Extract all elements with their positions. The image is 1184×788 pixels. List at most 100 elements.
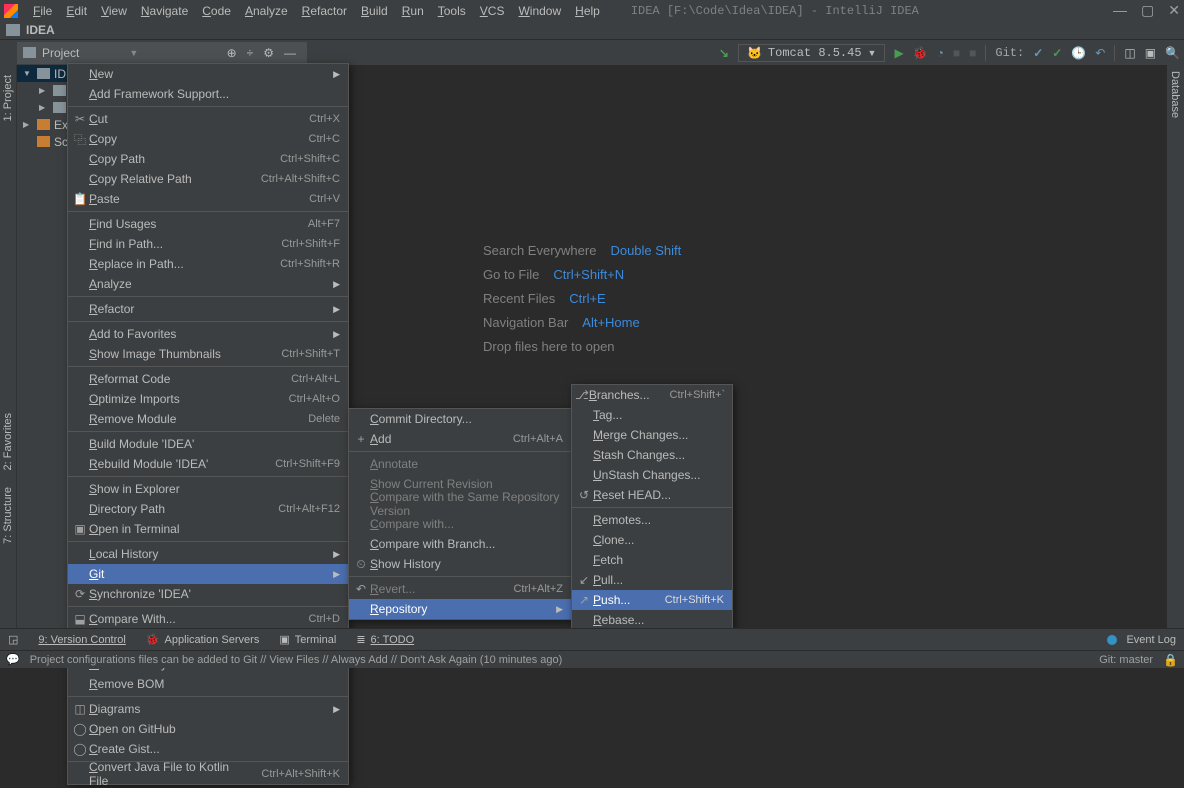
menu-item-paste[interactable]: 📋PasteCtrl+V bbox=[68, 189, 348, 209]
menu-item-replace-in-path[interactable]: Replace in Path...Ctrl+Shift+R bbox=[68, 254, 348, 274]
menu-item-compare-with[interactable]: Compare with... bbox=[349, 514, 571, 534]
debug-icon[interactable]: 🐞 bbox=[913, 46, 928, 60]
menu-item-build-module-idea[interactable]: Build Module 'IDEA' bbox=[68, 434, 348, 454]
tab-application-servers[interactable]: 🐞Application Servers bbox=[146, 633, 259, 646]
menu-item-open-in-terminal[interactable]: ▣Open in Terminal bbox=[68, 519, 348, 539]
bottom-left-icon[interactable]: ◲ bbox=[8, 633, 18, 646]
stop-all-icon[interactable]: ■ bbox=[969, 46, 976, 60]
menu-item-cut[interactable]: ✂CutCtrl+X bbox=[68, 109, 348, 129]
menu-item-unstash-changes[interactable]: UnStash Changes... bbox=[572, 465, 732, 485]
menu-item-fetch[interactable]: Fetch bbox=[572, 550, 732, 570]
menu-item-new[interactable]: New▶ bbox=[68, 64, 348, 84]
menu-item-show-image-thumbnails[interactable]: Show Image ThumbnailsCtrl+Shift+T bbox=[68, 344, 348, 364]
run-coverage-icon[interactable]: ◔ bbox=[937, 46, 944, 60]
menu-item-compare-with-branch[interactable]: Compare with Branch... bbox=[349, 534, 571, 554]
gear-icon[interactable]: ⚙ bbox=[263, 46, 274, 60]
menu-item-find-in-path[interactable]: Find in Path...Ctrl+Shift+F bbox=[68, 234, 348, 254]
menu-item-open-on-github[interactable]: ◯Open on GitHub bbox=[68, 719, 348, 739]
minimize-icon[interactable]: — bbox=[1113, 2, 1127, 19]
tab-favorites[interactable]: 2: Favorites bbox=[0, 407, 16, 476]
project-view-selector[interactable]: Project ▼ ⊕ ÷ ⚙ — bbox=[17, 42, 307, 64]
menu-item-stash-changes[interactable]: Stash Changes... bbox=[572, 445, 732, 465]
menu-edit[interactable]: Edit bbox=[59, 2, 94, 20]
menu-item-clone[interactable]: Clone... bbox=[572, 530, 732, 550]
menu-item-compare-with-the-same-repository-version[interactable]: Compare with the Same Repository Version bbox=[349, 494, 571, 514]
menu-item-refactor[interactable]: Refactor▶ bbox=[68, 299, 348, 319]
menu-code[interactable]: Code bbox=[195, 2, 238, 20]
menu-item-show-history[interactable]: ⏲Show History bbox=[349, 554, 571, 574]
split-icon[interactable]: ÷ bbox=[247, 46, 254, 60]
build-hammer-icon[interactable]: ↘ bbox=[719, 46, 729, 60]
menu-item-copy[interactable]: ⿻CopyCtrl+C bbox=[68, 129, 348, 149]
menu-build[interactable]: Build bbox=[354, 2, 395, 20]
menu-item-reset-head[interactable]: ↺Reset HEAD... bbox=[572, 485, 732, 505]
menu-item-annotate[interactable]: Annotate bbox=[349, 454, 571, 474]
menu-tools[interactable]: Tools bbox=[431, 2, 473, 20]
menu-item-repository[interactable]: Repository▶ bbox=[349, 599, 571, 619]
box-icon[interactable]: ◫ bbox=[1124, 46, 1135, 60]
menu-item-reformat-code[interactable]: Reformat CodeCtrl+Alt+L bbox=[68, 369, 348, 389]
run-config-selector[interactable]: 🐱 Tomcat 8.5.45 ▼ bbox=[738, 44, 886, 62]
menu-item-remove-bom[interactable]: Remove BOM bbox=[68, 674, 348, 694]
stop-icon[interactable]: ■ bbox=[953, 46, 960, 60]
menu-item-analyze[interactable]: Analyze▶ bbox=[68, 274, 348, 294]
menu-run[interactable]: Run bbox=[395, 2, 431, 20]
tab-database[interactable]: Database bbox=[1167, 65, 1183, 124]
git-branch[interactable]: Git: master bbox=[1099, 654, 1153, 666]
menu-window[interactable]: Window bbox=[511, 2, 568, 20]
target-icon[interactable]: ⊕ bbox=[227, 46, 237, 60]
menu-help[interactable]: Help bbox=[568, 2, 607, 20]
tab-terminal[interactable]: ▣Terminal bbox=[279, 633, 336, 646]
menu-item-rebuild-module-idea[interactable]: Rebuild Module 'IDEA'Ctrl+Shift+F9 bbox=[68, 454, 348, 474]
menu-item-merge-changes[interactable]: Merge Changes... bbox=[572, 425, 732, 445]
tab-event-log[interactable]: Event Log bbox=[1107, 634, 1176, 646]
menu-navigate[interactable]: Navigate bbox=[134, 2, 195, 20]
menu-file[interactable]: File bbox=[26, 2, 59, 20]
tab-project[interactable]: 1: Project bbox=[0, 69, 16, 127]
menu-vcs[interactable]: VCS bbox=[473, 2, 512, 20]
menu-item-git[interactable]: Git▶ bbox=[68, 564, 348, 584]
run-icon[interactable]: ▶ bbox=[894, 46, 903, 60]
lock-icon[interactable]: 🔒 bbox=[1163, 653, 1178, 667]
menu-item-remotes[interactable]: Remotes... bbox=[572, 510, 732, 530]
menu-item-convert-java-file-to-kotlin-file[interactable]: Convert Java File to Kotlin FileCtrl+Alt… bbox=[68, 764, 348, 784]
menu-item-tag[interactable]: Tag... bbox=[572, 405, 732, 425]
menu-item-branches[interactable]: ⎇Branches...Ctrl+Shift+` bbox=[572, 385, 732, 405]
menu-item-synchronize-idea[interactable]: ⟳Synchronize 'IDEA' bbox=[68, 584, 348, 604]
search-icon[interactable]: 🔍 bbox=[1165, 46, 1180, 60]
layout-icon[interactable]: ▣ bbox=[1145, 46, 1156, 60]
menu-item-optimize-imports[interactable]: Optimize ImportsCtrl+Alt+O bbox=[68, 389, 348, 409]
maximize-icon[interactable]: ▢ bbox=[1141, 2, 1154, 19]
tab-structure[interactable]: 7: Structure bbox=[0, 481, 16, 550]
menu-item-compare-with[interactable]: ⬓Compare With...Ctrl+D bbox=[68, 609, 348, 629]
commit-icon[interactable]: ✓ bbox=[1052, 46, 1062, 60]
menu-item-directory-path[interactable]: Directory PathCtrl+Alt+F12 bbox=[68, 499, 348, 519]
menu-item-local-history[interactable]: Local History▶ bbox=[68, 544, 348, 564]
menu-item-copy-path[interactable]: Copy PathCtrl+Shift+C bbox=[68, 149, 348, 169]
menu-item-add-framework-support[interactable]: Add Framework Support... bbox=[68, 84, 348, 104]
hide-icon[interactable]: — bbox=[284, 46, 296, 60]
tab-version-control[interactable]: 9: Version Control bbox=[38, 634, 125, 646]
menu-item-remove-module[interactable]: Remove ModuleDelete bbox=[68, 409, 348, 429]
menu-item-pull[interactable]: ↙Pull... bbox=[572, 570, 732, 590]
menu-item-push[interactable]: ↗Push...Ctrl+Shift+K bbox=[572, 590, 732, 610]
menu-item-find-usages[interactable]: Find UsagesAlt+F7 bbox=[68, 214, 348, 234]
menu-item-commit-directory[interactable]: Commit Directory... bbox=[349, 409, 571, 429]
menu-item-copy-relative-path[interactable]: Copy Relative PathCtrl+Alt+Shift+C bbox=[68, 169, 348, 189]
breadcrumb[interactable]: IDEA bbox=[26, 23, 55, 37]
menu-item-add[interactable]: +AddCtrl+Alt+A bbox=[349, 429, 571, 449]
tab-todo[interactable]: ≣6: TODO bbox=[356, 633, 414, 646]
menu-item-add-to-favorites[interactable]: Add to Favorites▶ bbox=[68, 324, 348, 344]
menu-view[interactable]: View bbox=[94, 2, 134, 20]
menu-item-rebase[interactable]: Rebase... bbox=[572, 610, 732, 630]
update-project-icon[interactable]: ✓ bbox=[1033, 46, 1043, 60]
history-icon[interactable]: 🕒 bbox=[1071, 46, 1086, 60]
close-icon[interactable]: ✕ bbox=[1168, 2, 1180, 19]
menu-item-diagrams[interactable]: ◫Diagrams▶ bbox=[68, 699, 348, 719]
revert-icon[interactable]: ↶ bbox=[1095, 46, 1105, 60]
menu-item-revert[interactable]: ↶Revert...Ctrl+Alt+Z bbox=[349, 579, 571, 599]
menu-item-show-in-explorer[interactable]: Show in Explorer bbox=[68, 479, 348, 499]
menu-refactor[interactable]: Refactor bbox=[295, 2, 354, 20]
menu-analyze[interactable]: Analyze bbox=[238, 2, 295, 20]
menu-item-create-gist[interactable]: ◯Create Gist... bbox=[68, 739, 348, 759]
